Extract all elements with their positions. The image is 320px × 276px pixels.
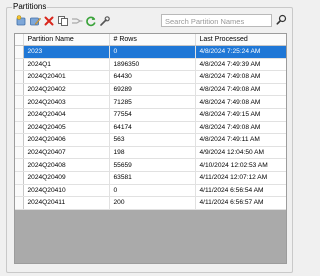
row-header-cell[interactable] [15,158,24,172]
wrench-icon [99,15,111,27]
row-header-cell[interactable] [15,146,24,160]
rows-cell[interactable]: 563 [109,133,196,147]
partition-name-cell[interactable]: 2024Q20407 [23,146,110,160]
refresh-icon [85,15,97,27]
last-processed-cell[interactable]: 4/8/2024 7:49:08 AM [195,95,286,109]
search-input[interactable] [165,16,271,27]
rows-cell[interactable]: 198 [109,146,196,160]
rows-cell[interactable]: 55659 [109,158,196,172]
row-header-cell[interactable] [15,83,24,97]
partitions-grid[interactable]: Partition Name # Rows Last Processed 202… [14,33,287,264]
last-processed-cell[interactable]: 4/11/2024 6:56:57 AM [195,196,286,210]
table-row[interactable]: 2024Q20404 77554 4/8/2024 7:49:15 AM [15,108,286,122]
delete-button[interactable] [42,15,55,28]
partition-name-cell[interactable]: 2024Q20404 [23,108,110,122]
edit-partition-button[interactable] [28,15,41,28]
table-row[interactable]: 2024Q1 1896350 4/8/2024 7:49:39 AM [15,58,286,72]
partition-name-cell[interactable]: 2024Q20403 [23,95,110,109]
last-processed-cell[interactable]: 4/8/2024 7:25:24 AM [195,45,286,59]
last-processed-cell[interactable]: 4/8/2024 7:49:39 AM [195,58,286,72]
partition-name-cell[interactable]: 2024Q20408 [23,158,110,172]
row-header-cell[interactable] [15,45,24,59]
row-header-cell[interactable] [15,171,24,185]
rows-cell[interactable]: 69289 [109,83,196,97]
last-processed-cell[interactable]: 4/10/2024 12:02:53 AM [195,158,286,172]
row-header-cell[interactable] [15,133,24,147]
row-header-cell[interactable] [15,184,24,198]
table-row[interactable]: 2024Q20408 55659 4/10/2024 12:02:53 AM [15,158,286,172]
last-processed-cell[interactable]: 4/11/2024 6:56:54 AM [195,184,286,198]
rows-cell[interactable]: 0 [109,45,196,59]
partition-name-cell[interactable]: 2024Q20411 [23,196,110,210]
last-processed-cell[interactable]: 4/8/2024 7:49:08 AM [195,83,286,97]
new-partition-icon [15,15,27,27]
partition-name-cell[interactable]: 2023 [23,45,110,59]
partitions-toolbar [14,14,111,28]
row-header-cell[interactable] [15,70,24,84]
table-row[interactable]: 2024Q20407 198 4/9/2024 12:04:50 AM [15,146,286,160]
rows-cell[interactable]: 200 [109,196,196,210]
rows-cell[interactable]: 0 [109,184,196,198]
copy-icon [57,15,69,27]
rows-cell[interactable]: 63581 [109,171,196,185]
table-row[interactable]: 2024Q20402 69289 4/8/2024 7:49:08 AM [15,83,286,97]
table-row[interactable]: 2024Q20409 63581 4/11/2024 12:07:12 AM [15,171,286,185]
table-row[interactable]: 2024Q20405 64174 4/8/2024 7:49:08 AM [15,121,286,135]
search-partition-names-box[interactable] [161,14,272,27]
partition-name-cell[interactable]: 2024Q20406 [23,133,110,147]
table-row[interactable]: 2024Q20403 71285 4/8/2024 7:49:08 AM [15,95,286,109]
last-processed-cell[interactable]: 4/8/2024 7:49:08 AM [195,121,286,135]
partitions-group-label: Partitions [12,2,48,11]
last-processed-cell[interactable]: 4/8/2024 7:49:15 AM [195,108,286,122]
row-header-cell[interactable] [15,108,24,122]
partition-name-cell[interactable]: 2024Q20410 [23,184,110,198]
last-processed-cell[interactable]: 4/9/2024 12:04:50 AM [195,146,286,160]
table-row[interactable]: 2024Q20410 0 4/11/2024 6:56:54 AM [15,184,286,198]
last-processed-cell[interactable]: 4/8/2024 7:49:11 AM [195,133,286,147]
copy-button[interactable] [56,15,69,28]
table-row[interactable]: 2024Q20401 64430 4/8/2024 7:49:08 AM [15,70,286,84]
column-header-last-processed[interactable]: Last Processed [195,34,286,46]
partition-name-cell[interactable]: 2024Q1 [23,58,110,72]
table-row[interactable]: 2024Q20406 563 4/8/2024 7:49:11 AM [15,133,286,147]
rows-cell[interactable]: 64430 [109,70,196,84]
row-header-cell[interactable] [15,58,24,72]
last-processed-cell[interactable]: 4/8/2024 7:49:08 AM [195,70,286,84]
partition-name-cell[interactable]: 2024Q20409 [23,171,110,185]
table-row[interactable]: 2023 0 4/8/2024 7:25:24 AM [15,45,286,59]
partition-name-cell[interactable]: 2024Q20402 [23,83,110,97]
rows-cell[interactable]: 71285 [109,95,196,109]
rows-cell[interactable]: 1896350 [109,58,196,72]
properties-button[interactable] [98,15,111,28]
search-icon [276,12,287,30]
delete-icon [43,15,55,27]
partition-name-cell[interactable]: 2024Q20401 [23,70,110,84]
search-button[interactable] [275,14,287,27]
new-partition-button[interactable] [14,15,27,28]
grid-header-row: Partition Name # Rows Last Processed [15,34,286,46]
column-header-rows[interactable]: # Rows [109,34,196,46]
column-header-partition-name[interactable]: Partition Name [23,34,110,46]
merge-button[interactable] [70,15,83,28]
row-header-cell[interactable] [15,95,24,109]
row-header-cell[interactable] [15,196,24,210]
row-header-corner[interactable] [15,34,24,46]
row-header-cell[interactable] [15,121,24,135]
edit-partition-icon [29,15,41,27]
refresh-button[interactable] [84,15,97,28]
rows-cell[interactable]: 64174 [109,121,196,135]
table-row[interactable]: 2024Q20411 200 4/11/2024 6:56:57 AM [15,196,286,210]
merge-icon [71,15,83,27]
rows-cell[interactable]: 77554 [109,108,196,122]
last-processed-cell[interactable]: 4/11/2024 12:07:12 AM [195,171,286,185]
partition-name-cell[interactable]: 2024Q20405 [23,121,110,135]
